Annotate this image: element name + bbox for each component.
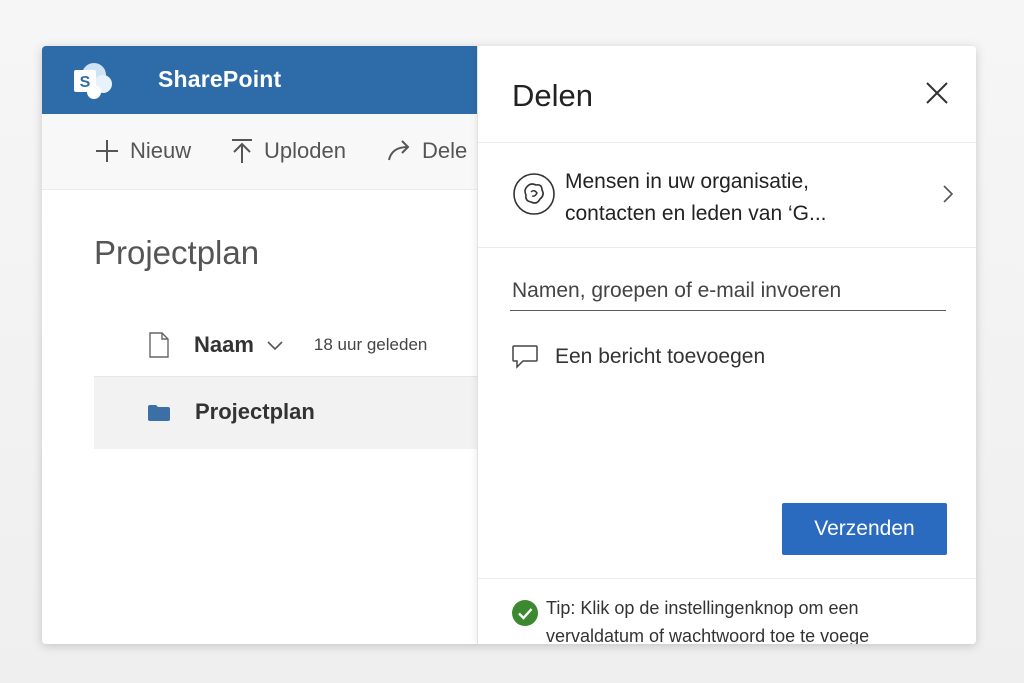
upload-button-label: Uploden <box>264 138 346 163</box>
chevron-down-icon[interactable] <box>266 340 284 352</box>
audience-line-2: contacten en leden van ‘G... <box>565 202 827 225</box>
link-settings-button[interactable]: Mensen in uw organisatie, contacten en l… <box>478 144 976 247</box>
new-button-label: Nieuw <box>130 138 192 163</box>
command-bar: Nieuw Uploden Dele <box>42 114 478 190</box>
panel-title: Delen <box>512 78 593 113</box>
suite-bar: S SharePoint <box>42 46 478 114</box>
add-message-label: Een bericht toevoegen <box>555 345 766 368</box>
folder-icon <box>148 405 170 421</box>
app-title[interactable]: SharePoint <box>158 66 281 93</box>
upload-button[interactable]: Uploden <box>230 138 346 164</box>
list-header: Naam 18 uur geleden <box>148 332 427 358</box>
organization-globe-icon <box>513 173 555 215</box>
checkmark-circle-icon <box>512 600 538 626</box>
list-item[interactable]: Projectplan <box>94 376 478 449</box>
add-message-button[interactable]: Een bericht toevoegen <box>511 344 765 370</box>
audience-description: Mensen in uw organisatie, contacten en l… <box>565 166 895 230</box>
divider <box>478 578 976 579</box>
audience-line-1: Mensen in uw organisatie, <box>565 170 809 193</box>
upload-icon <box>232 139 252 163</box>
share-arrow-icon <box>388 140 410 161</box>
column-header-name[interactable]: Naam <box>194 332 254 358</box>
file-type-icon <box>149 332 169 358</box>
page-title: Projectplan <box>94 234 260 271</box>
sharepoint-logo-icon[interactable]: S <box>72 62 116 100</box>
divider <box>478 247 976 248</box>
tip-text: Tip: Klik op de instellingenknop om een … <box>546 594 966 644</box>
plus-icon <box>96 140 118 162</box>
new-button[interactable]: Nieuw <box>94 138 191 164</box>
list-item-name[interactable]: Projectplan <box>195 399 315 425</box>
comment-icon <box>512 345 538 369</box>
share-button[interactable]: Dele <box>386 138 467 164</box>
share-button-label: Dele <box>422 138 468 163</box>
close-icon[interactable] <box>924 80 950 106</box>
column-header-modified[interactable]: 18 uur geleden <box>314 335 427 355</box>
tip-line-1: Tip: Klik op de instellingenknop om een <box>546 598 859 618</box>
divider <box>478 142 976 143</box>
share-panel: Delen Mensen in uw organisatie, contacte… <box>477 46 976 644</box>
recipient-input[interactable] <box>510 271 946 311</box>
send-button[interactable]: Verzenden <box>782 503 947 555</box>
sharepoint-window: S SharePoint Nieuw Uploden Dele Projectp… <box>42 46 976 644</box>
tip-line-2: vervaldatum of wachtwoord toe te voege <box>546 626 870 644</box>
chevron-right-icon <box>943 185 954 203</box>
logo-letter: S <box>80 74 91 91</box>
